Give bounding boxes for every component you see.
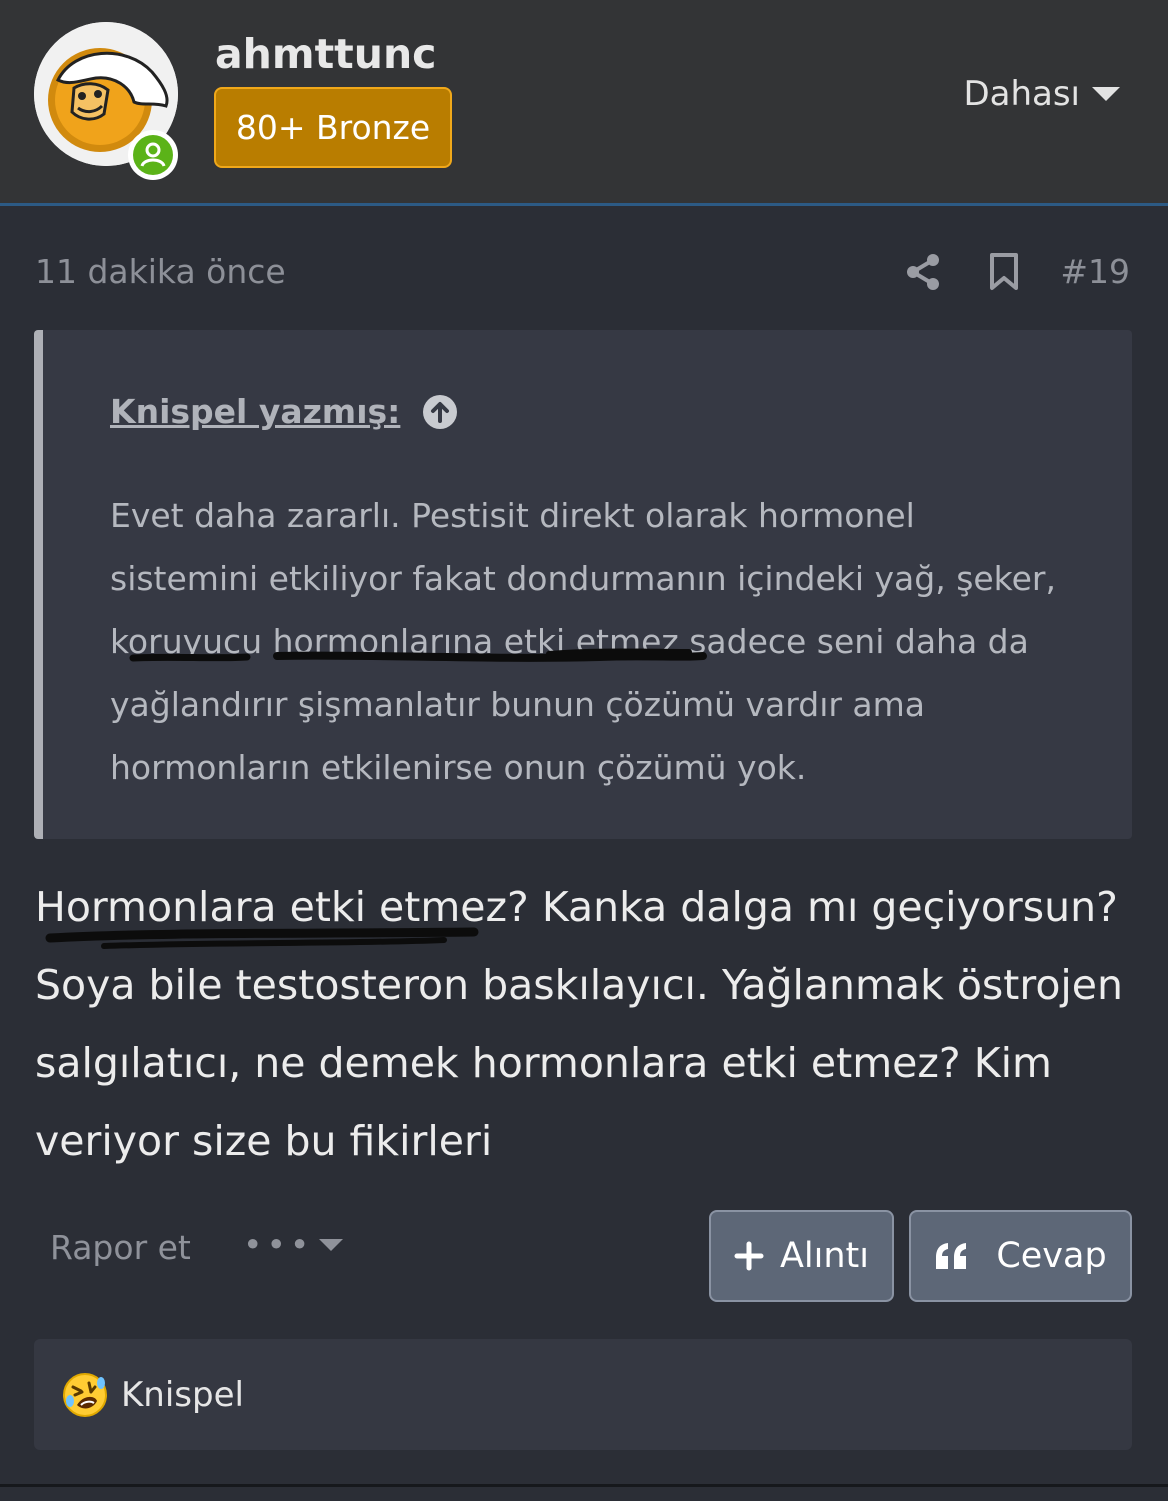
message-line: Hormonlara etki etmez? Kanka dalga mı ge… bbox=[35, 883, 1118, 931]
quote-marks-icon bbox=[936, 1243, 967, 1269]
share-icon[interactable] bbox=[904, 252, 942, 292]
more-menu-button[interactable]: Dahası bbox=[963, 74, 1120, 114]
chevron-down-icon bbox=[1092, 87, 1120, 101]
reactions-bar[interactable]: Knispel bbox=[34, 1339, 1132, 1450]
multi-quote-label: Alıntı bbox=[779, 1236, 870, 1276]
avatar[interactable] bbox=[34, 22, 178, 180]
message-line: salgılatıcı, ne demek hormonlara etki et… bbox=[35, 1039, 1052, 1087]
quote-line: yağlandırır şişmanlatır bunun çözümü var… bbox=[110, 685, 926, 724]
reaction-user[interactable]: Knispel bbox=[121, 1375, 244, 1415]
quote-block: Knispel yazmış: Evet daha zararlı. Pesti… bbox=[34, 330, 1132, 839]
chevron-down-icon bbox=[319, 1238, 344, 1251]
arrow-up-circle-icon[interactable] bbox=[422, 394, 458, 430]
user-icon bbox=[140, 142, 166, 167]
thread-post: ahmttunc 80+ Bronze Dahası 11 dakika önc… bbox=[0, 0, 1168, 1501]
multi-quote-button[interactable]: Alıntı bbox=[709, 1210, 894, 1302]
more-menu-label: Dahası bbox=[963, 74, 1080, 114]
more-actions-menu[interactable]: ••• bbox=[243, 1225, 344, 1264]
online-status-indicator bbox=[128, 130, 178, 180]
quote-line: koruyucu hormonlarına etki etmez sadece … bbox=[110, 622, 1029, 661]
message-line: veriyor size bu fikirleri bbox=[35, 1117, 493, 1165]
bookmark-icon[interactable] bbox=[988, 252, 1020, 292]
quote-text: Evet daha zararlı. Pestisit direkt olara… bbox=[110, 484, 1110, 799]
username[interactable]: ahmttunc bbox=[215, 30, 436, 78]
reply-button[interactable]: Cevap bbox=[909, 1210, 1132, 1302]
post-number-link[interactable]: #19 bbox=[1060, 252, 1130, 291]
post-timestamp[interactable]: 11 dakika önce bbox=[35, 252, 286, 291]
quote-line: hormonların etkilenirse onun çözümü yok. bbox=[110, 748, 807, 787]
reply-label: Cevap bbox=[996, 1236, 1107, 1276]
quote-line: sistemini etkiliyor fakat dondurmanın iç… bbox=[110, 559, 1056, 598]
divider bbox=[0, 1484, 1168, 1487]
report-link[interactable]: Rapor et bbox=[50, 1228, 191, 1267]
quote-line: Evet daha zararlı. Pestisit direkt olara… bbox=[110, 496, 915, 535]
quote-author-label: Knispel yazmış: bbox=[110, 392, 401, 431]
more-actions-label: ••• bbox=[243, 1225, 314, 1264]
rolling-on-floor-laughing-icon bbox=[63, 1372, 107, 1417]
quote-author-link[interactable]: Knispel yazmış: bbox=[110, 392, 458, 431]
rank-badge: 80+ Bronze bbox=[214, 87, 452, 168]
plus-icon bbox=[734, 1241, 764, 1271]
message-line: Soya bile testosteron baskılayıcı. Yağla… bbox=[35, 961, 1124, 1009]
post-message: Hormonlara etki etmez? Kanka dalga mı ge… bbox=[35, 868, 1135, 1180]
post-user-header: ahmttunc 80+ Bronze Dahası bbox=[0, 0, 1168, 206]
